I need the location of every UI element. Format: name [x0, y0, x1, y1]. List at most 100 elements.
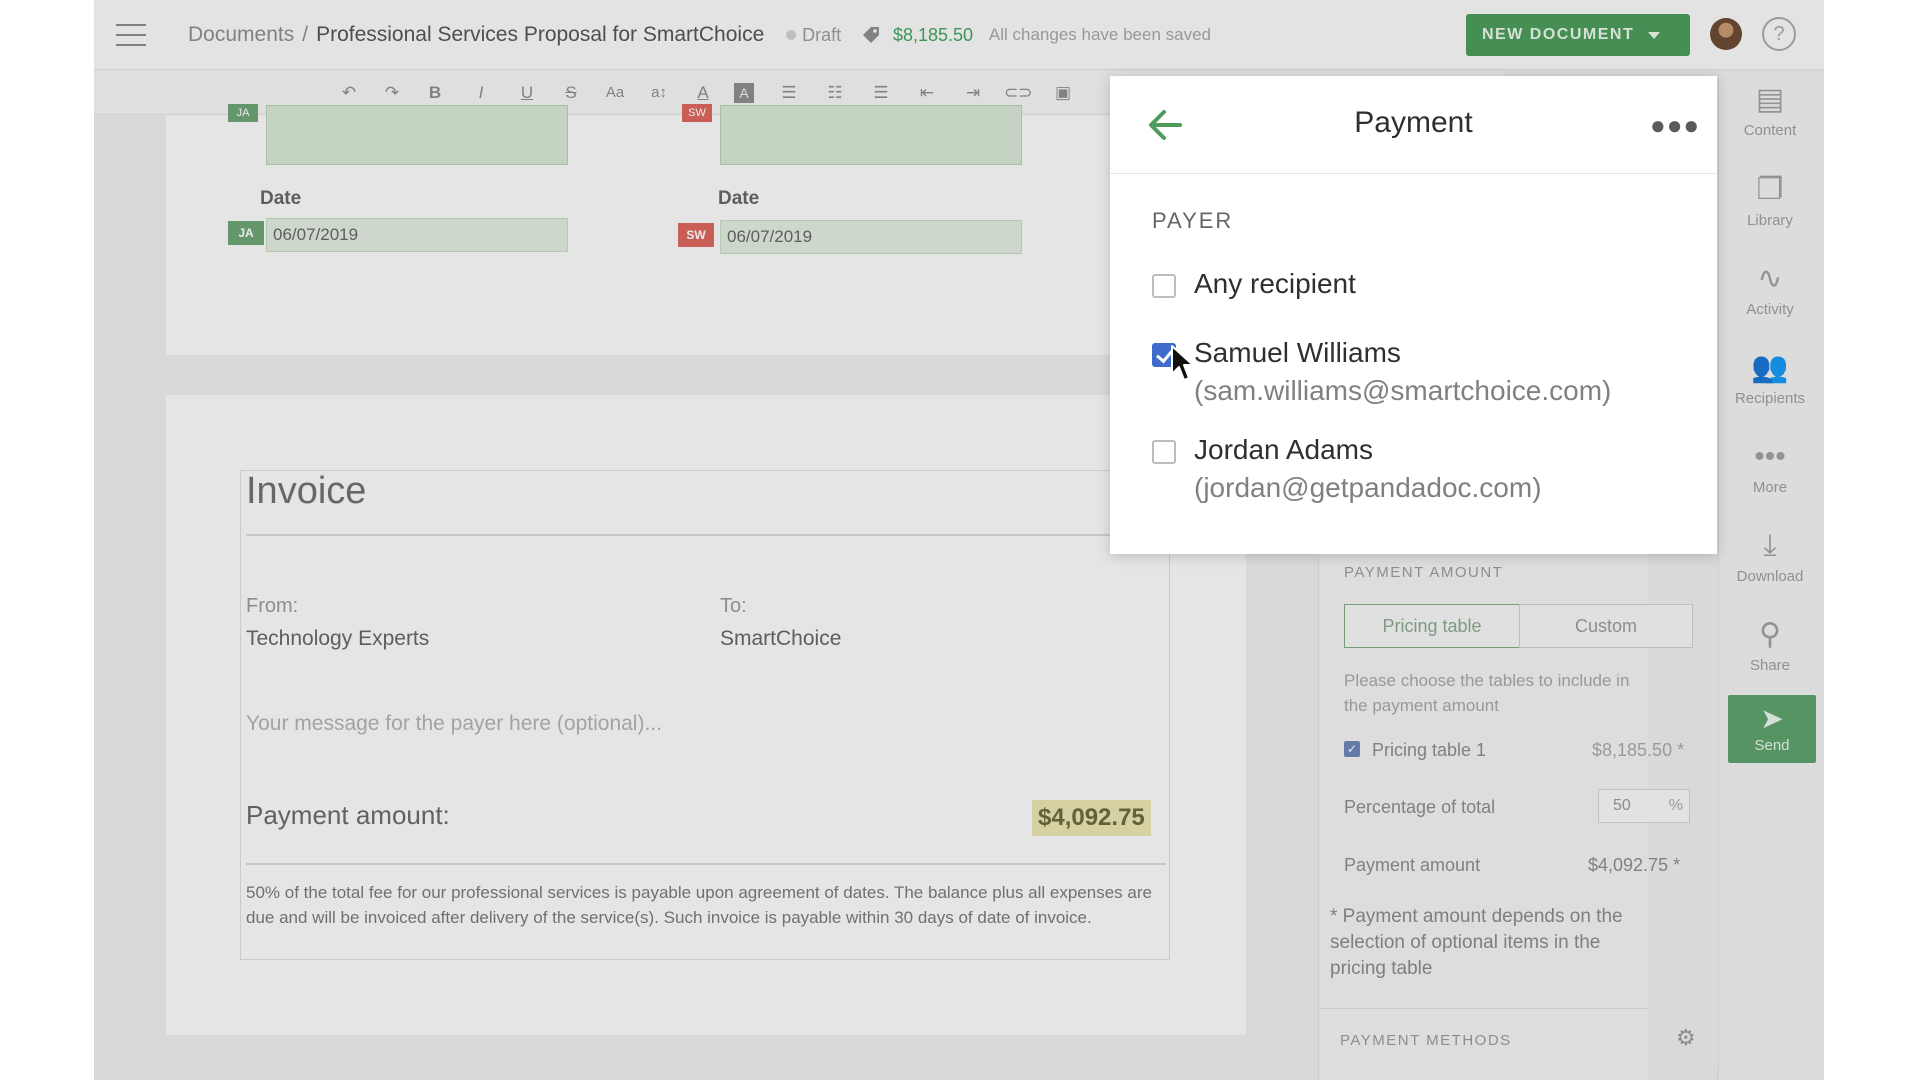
right-margin	[1824, 0, 1920, 1080]
signature-tag-left: JA	[228, 104, 258, 122]
left-margin	[0, 0, 94, 1080]
rail-item-share[interactable]: ⚲ Share	[1728, 615, 1812, 674]
price-tag-icon	[862, 27, 879, 44]
panel-payment-amount-value: $4,092.75 *	[1588, 855, 1681, 875]
send-label: Send	[1754, 737, 1790, 754]
signature-tag-right: SW	[682, 104, 712, 122]
payer-checkbox[interactable]	[1152, 440, 1176, 464]
date-field-right[interactable]: 06/07/2019	[720, 220, 1022, 254]
payer-option-name: Samuel Williams	[1194, 337, 1401, 368]
payer-option-name: Any recipient	[1194, 268, 1356, 299]
segment-pricing-table[interactable]: Pricing table	[1344, 604, 1520, 648]
italic-icon[interactable]: I	[468, 80, 494, 106]
pricing-table-label: Pricing table 1	[1372, 740, 1487, 760]
undo-icon[interactable]: ↶	[336, 80, 362, 106]
payer-message-input[interactable]: Your message for the payer here (optiona…	[246, 712, 662, 736]
font-size-icon[interactable]: Aa	[602, 80, 628, 106]
invoice-to-label: To:	[720, 595, 747, 617]
send-icon: ➤	[1760, 703, 1784, 734]
redo-icon[interactable]: ↷	[379, 80, 405, 106]
payment-methods-heading: PAYMENT METHODS	[1340, 1032, 1512, 1049]
rail-item-download[interactable]: ⤓ Download	[1728, 526, 1812, 585]
rail-item-label: Content	[1743, 122, 1797, 139]
breadcrumb-documents-link[interactable]: Documents	[188, 23, 294, 46]
image-icon[interactable]: ▣	[1050, 80, 1076, 106]
numbered-list-icon[interactable]: ☰	[868, 80, 894, 106]
avatar[interactable]	[1710, 18, 1742, 50]
rail-item-label: Share	[1749, 657, 1791, 674]
signature-field-right[interactable]	[720, 105, 1022, 165]
date-label-left: Date	[260, 188, 302, 209]
segment-custom[interactable]: Custom	[1519, 604, 1693, 648]
payer-heading: PAYER	[1152, 208, 1234, 233]
bold-icon[interactable]: B	[422, 80, 448, 106]
recipient-initials-sw: SW	[678, 223, 714, 247]
payment-amount-heading: PAYMENT AMOUNT	[1344, 564, 1504, 581]
rail-item-activity[interactable]: ∿ Activity	[1728, 259, 1812, 318]
recipients-icon: 👥	[1751, 351, 1789, 384]
payment-amount-help: Please choose the tables to include in t…	[1344, 671, 1630, 715]
status-dot-icon	[786, 30, 797, 41]
panel-payment-amount-label: Payment amount	[1344, 855, 1481, 875]
rail-item-label: Library	[1747, 212, 1793, 229]
rail-item-recipients[interactable]: 👥 Recipients	[1728, 348, 1812, 407]
signature-field-left[interactable]	[266, 105, 568, 165]
invoice-terms: 50% of the total fee for our professiona…	[246, 883, 1152, 927]
invoice-payment-amount-value: $4,092.75	[1032, 800, 1151, 836]
dropdown-caret-icon	[1648, 31, 1661, 39]
percentage-unit: %	[1668, 797, 1683, 814]
rail-item-more[interactable]: ••• More	[1728, 437, 1812, 496]
percentage-value: 50	[1613, 797, 1631, 814]
align-icon[interactable]: ☰	[776, 80, 802, 106]
payment-amount-note: * Payment amount depends on the selectio…	[1330, 906, 1623, 979]
payer-checkbox[interactable]	[1152, 274, 1176, 298]
underline-icon[interactable]: U	[514, 80, 540, 106]
invoice-divider	[246, 534, 1166, 536]
send-button[interactable]: ➤ Send	[1728, 695, 1816, 763]
link-icon[interactable]: ⊂⊃	[1004, 80, 1033, 106]
rail-item-library[interactable]: ❐ Library	[1728, 170, 1812, 229]
pricing-table-checkbox[interactable]: ✓	[1344, 741, 1360, 757]
rail-item-content[interactable]: ▤ Content	[1728, 80, 1812, 139]
indent-icon[interactable]: ⇥	[960, 80, 986, 106]
invoice-payment-amount-label: Payment amount:	[246, 800, 450, 830]
content-icon: ▤	[1755, 83, 1785, 116]
panel-divider	[1318, 1008, 1648, 1009]
date-field-left[interactable]: 06/07/2019	[266, 218, 568, 252]
rail-item-label: Download	[1736, 568, 1804, 585]
more-options-icon[interactable]: ●●●	[1650, 110, 1700, 141]
percentage-label: Percentage of total	[1344, 797, 1496, 817]
mouse-cursor-icon	[1171, 345, 1194, 381]
new-document-button[interactable]: NEW DOCUMENT	[1466, 14, 1690, 56]
percentage-input[interactable]: 50%	[1598, 789, 1690, 823]
library-icon: ❐	[1756, 173, 1784, 206]
outdent-icon[interactable]: ⇤	[914, 80, 940, 106]
highlight-icon[interactable]: A	[734, 83, 754, 103]
invoice-divider-2	[246, 863, 1166, 865]
document-price: $8,185.50	[892, 24, 974, 45]
pricing-table-value: $8,185.50 *	[1592, 740, 1685, 760]
help-icon[interactable]: ?	[1762, 17, 1796, 51]
bullet-list-icon[interactable]: ☷	[822, 80, 848, 106]
hamburger-menu-icon[interactable]	[116, 24, 146, 46]
payer-option-name: Jordan Adams	[1194, 434, 1373, 465]
share-icon: ⚲	[1759, 618, 1781, 651]
popup-header: Payment ●●●	[1110, 76, 1717, 174]
rail-item-label: More	[1752, 479, 1788, 496]
recipient-initials-ja: JA	[228, 221, 264, 245]
invoice-to-value: SmartChoice	[720, 627, 842, 650]
strikethrough-icon[interactable]: S	[558, 80, 584, 106]
text-color-icon[interactable]: A	[690, 80, 716, 106]
rail-item-label: Activity	[1746, 301, 1794, 318]
document-title[interactable]: Professional Services Proposal for Smart…	[316, 23, 764, 46]
line-height-icon[interactable]: a↕	[646, 80, 672, 106]
status-badge: Draft	[802, 24, 842, 45]
new-document-label: NEW DOCUMENT	[1482, 26, 1635, 43]
invoice-title: Invoice	[246, 470, 367, 512]
gear-icon[interactable]: ⚙	[1676, 1026, 1700, 1050]
payer-option-email: (sam.williams@smartchoice.com)	[1194, 375, 1612, 406]
top-header: Documents / Professional Services Proposal…	[94, 0, 1824, 70]
popup-title: Payment	[1354, 106, 1473, 139]
date-label-right: Date	[718, 188, 760, 209]
more-icon: •••	[1754, 440, 1786, 473]
